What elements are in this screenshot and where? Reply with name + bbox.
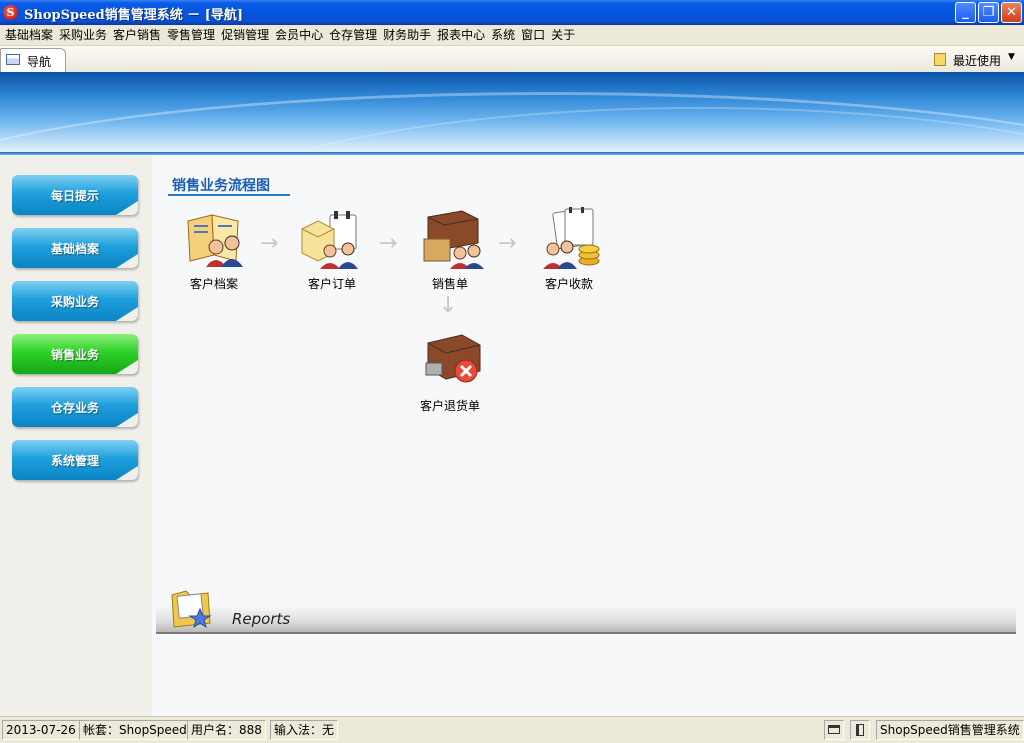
menu-warehouse[interactable]: 仓存管理 — [326, 25, 380, 45]
sidebar-item-system-management[interactable]: 系统管理 — [12, 440, 138, 480]
menu-member-center[interactable]: 会员中心 — [272, 25, 326, 45]
chevron-down-icon[interactable]: ▼ — [1008, 52, 1015, 62]
tab-bar: 导航 最近使用 ▼ — [0, 46, 1024, 73]
tab-navigation-label: 导航 — [27, 55, 52, 69]
node-label: 客户订单 — [307, 277, 356, 291]
sidebar-item-basic-files[interactable]: 基础档案 — [12, 228, 138, 268]
flow-node-customer-payment[interactable]: 客户收款 — [519, 207, 619, 297]
node-label: 销售单 — [431, 277, 468, 291]
menu-reports[interactable]: 报表中心 — [434, 25, 488, 45]
arrow-right-icon: → — [379, 231, 398, 256]
menu-basic-files[interactable]: 基础档案 — [2, 25, 56, 45]
recent-used-button[interactable]: 最近使用 — [953, 52, 1001, 69]
minimize-button[interactable]: _ — [955, 2, 976, 23]
reports-label[interactable]: Reports — [232, 610, 290, 628]
sidebar-item-daily-tips[interactable]: 每日提示 — [12, 175, 138, 215]
node-label: 客户档案 — [189, 277, 238, 291]
arrow-down-icon: ↓ — [439, 293, 458, 318]
window-icon — [6, 54, 20, 65]
main-panel: 销售业务流程图 客户档案 → 客户订单 → 销售单 → 客户收款 ↓ 客户退货单… — [152, 155, 1024, 716]
app-logo-icon: S — [3, 5, 18, 20]
menu-promotion[interactable]: 促销管理 — [218, 25, 272, 45]
truck-icon — [423, 210, 484, 269]
node-label: 客户退货单 — [419, 399, 480, 413]
restore-button[interactable]: ❐ — [978, 2, 999, 23]
menu-purchasing[interactable]: 采购业务 — [56, 25, 110, 45]
flow-node-customer-order[interactable]: 客户订单 — [282, 207, 382, 297]
status-app-name: ShopSpeed销售管理系统 — [876, 720, 1024, 740]
layout-horizontal-icon[interactable] — [824, 720, 844, 740]
return-truck-icon — [425, 334, 481, 383]
menu-about[interactable]: 关于 — [548, 25, 578, 45]
sidebar-item-purchasing[interactable]: 采购业务 — [12, 281, 138, 321]
node-label: 客户收款 — [544, 277, 593, 291]
flow-node-sales-order[interactable]: 销售单 — [400, 207, 500, 297]
flow-node-customer-file[interactable]: 客户档案 — [164, 207, 264, 297]
menu-window[interactable]: 窗口 — [518, 25, 548, 45]
reports-folder-icon — [171, 590, 212, 629]
document-icon[interactable] — [934, 53, 946, 66]
status-input-method: 输入法：无 — [270, 720, 339, 740]
customer-order-icon — [301, 211, 358, 269]
sidebar-item-warehouse[interactable]: 仓存业务 — [12, 387, 138, 427]
arrow-right-icon: → — [260, 231, 279, 256]
menu-system[interactable]: 系统 — [488, 25, 518, 45]
menu-customer-sales[interactable]: 客户销售 — [110, 25, 164, 45]
status-user: 用户名：888 — [187, 720, 266, 740]
header-banner — [0, 72, 1024, 152]
menu-retail[interactable]: 零售管理 — [164, 25, 218, 45]
payment-icon — [543, 207, 600, 269]
status-bar: 2013-07-26 帐套：ShopSpeed 用户名：888 输入法：无 Sh… — [0, 716, 1024, 743]
flow-node-customer-return[interactable]: 客户退货单 — [400, 331, 500, 421]
window-title: ShopSpeed销售管理系统 － [导航] — [24, 8, 244, 23]
title-bar: S ShopSpeed销售管理系统 － [导航] _ ❐ ✕ — [0, 0, 1024, 25]
title-underline — [168, 194, 290, 196]
arrow-right-icon: → — [498, 231, 517, 256]
menu-bar: 基础档案 采购业务 客户销售 零售管理 促销管理 会员中心 仓存管理 财务助手 报表中心 系统 窗口… — [0, 25, 1024, 46]
close-button[interactable]: ✕ — [1001, 2, 1022, 23]
customer-file-icon — [187, 214, 243, 267]
menu-finance[interactable]: 财务助手 — [380, 25, 434, 45]
status-date: 2013-07-26 — [2, 720, 80, 740]
tab-navigation[interactable]: 导航 — [0, 48, 66, 73]
sidebar: 每日提示 基础档案 采购业务 销售业务 仓存业务 系统管理 — [0, 155, 152, 716]
sidebar-item-sales[interactable]: 销售业务 — [12, 334, 138, 374]
status-account: 帐套：ShopSpeed — [79, 720, 191, 740]
layout-vertical-icon[interactable] — [850, 720, 870, 740]
page-title: 销售业务流程图 — [172, 178, 270, 194]
